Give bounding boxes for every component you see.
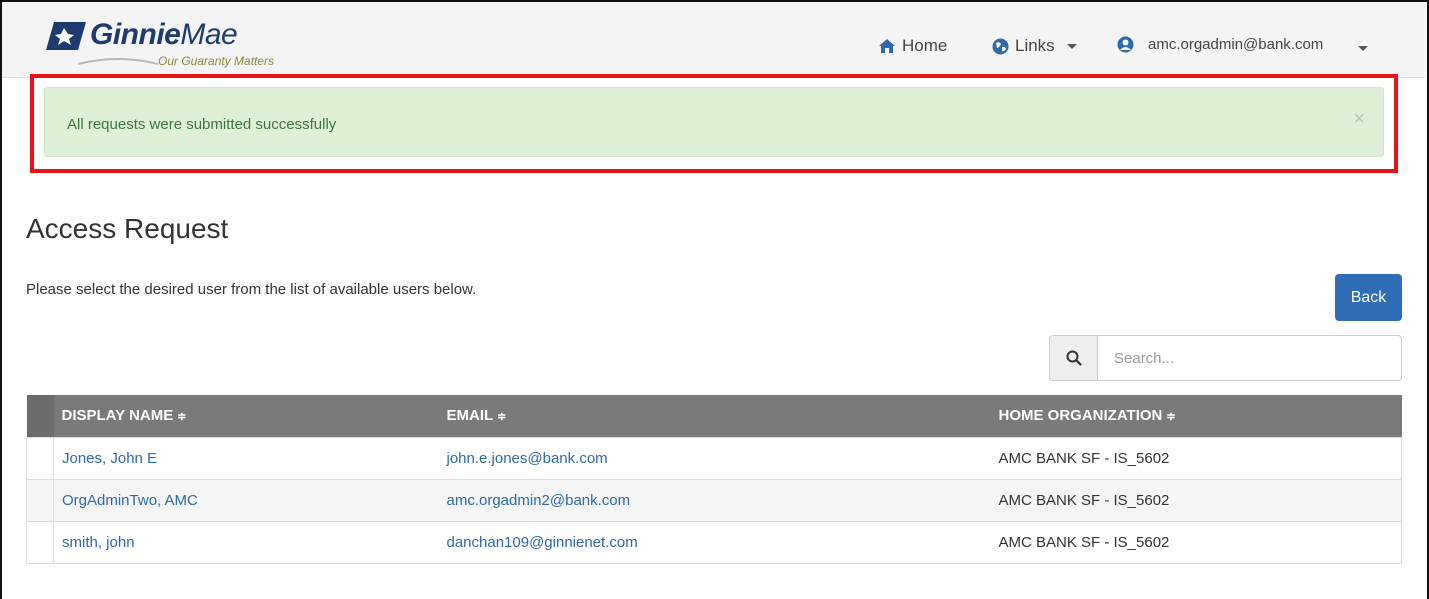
users-table: DISPLAY NAME ≑ EMAIL ≑ HOME ORGANIZATION ≑ … xyxy=(26,395,1402,564)
header-label: EMAIL xyxy=(446,407,494,425)
globe-icon xyxy=(992,38,1009,54)
home-organization-cell: AMC BANK SF - IS_5602 xyxy=(990,436,1402,479)
success-alert: All requests were submitted successfully… xyxy=(44,87,1384,157)
nav-home-label: Home xyxy=(902,36,948,55)
display-name-link[interactable]: Jones, John E xyxy=(53,436,439,479)
search-addon[interactable] xyxy=(1050,336,1098,380)
sort-icon: ≑ xyxy=(497,411,507,424)
search-input[interactable] xyxy=(1098,336,1401,380)
sort-icon: ≑ xyxy=(1166,411,1176,424)
table-header-row: DISPLAY NAME ≑ EMAIL ≑ HOME ORGANIZATION ≑ xyxy=(26,395,1402,437)
home-icon xyxy=(879,39,895,53)
nav-links-dropdown[interactable]: Links xyxy=(992,36,1077,56)
search-box xyxy=(1049,335,1402,381)
table-row[interactable]: Jones, John E john.e.jones@bank.com AMC … xyxy=(26,436,1402,479)
display-name-link[interactable]: OrgAdminTwo, AMC xyxy=(53,478,439,521)
close-icon[interactable]: × xyxy=(1353,108,1365,131)
brand-tagline: Our Guaranty Matters xyxy=(158,54,275,68)
row-select-cell[interactable] xyxy=(26,436,54,479)
column-header-display-name[interactable]: DISPLAY NAME ≑ xyxy=(53,395,439,437)
page-title: Access Request xyxy=(26,213,229,244)
user-menu[interactable]: amc.orgadmin@bank.com xyxy=(1117,36,1323,53)
table-row[interactable]: OrgAdminTwo, AMC amc.orgadmin2@bank.com … xyxy=(26,478,1402,521)
user-menu-chevron-down-icon[interactable] xyxy=(1358,46,1368,51)
logo-mark-icon xyxy=(46,22,86,50)
search-icon xyxy=(1066,350,1082,366)
email-link[interactable]: amc.orgadmin2@bank.com xyxy=(438,478,991,521)
user-circle-icon xyxy=(1117,36,1134,53)
column-header-email[interactable]: EMAIL ≑ xyxy=(438,395,991,437)
email-link[interactable]: danchan109@ginnienet.com xyxy=(438,520,991,564)
logo-swoosh-icon xyxy=(78,58,158,65)
header-label: DISPLAY NAME xyxy=(61,407,174,425)
select-column-header xyxy=(26,395,54,437)
brand-name: GinnieMae xyxy=(90,18,238,51)
ginnie-mae-logo[interactable]: GinnieMae Our Guaranty Matters xyxy=(42,14,302,74)
table-row[interactable]: smith, john danchan109@ginnienet.com AMC… xyxy=(26,520,1402,564)
display-name-link[interactable]: smith, john xyxy=(53,520,439,564)
nav-links-label: Links xyxy=(1015,36,1055,55)
page-subtitle: Please select the desired user from the … xyxy=(26,281,477,298)
row-select-cell[interactable] xyxy=(26,478,54,521)
user-email: amc.orgadmin@bank.com xyxy=(1148,36,1324,53)
home-organization-cell: AMC BANK SF - IS_5602 xyxy=(990,478,1402,521)
back-button[interactable]: Back xyxy=(1335,274,1402,321)
chevron-down-icon xyxy=(1066,43,1077,49)
row-select-cell[interactable] xyxy=(26,520,54,564)
nav-home-link[interactable]: Home xyxy=(878,36,947,56)
column-header-home-organization[interactable]: HOME ORGANIZATION ≑ xyxy=(990,395,1402,437)
top-navbar: GinnieMae Our Guaranty Matters Home Link… xyxy=(2,2,1425,78)
email-link[interactable]: john.e.jones@bank.com xyxy=(438,436,991,479)
header-label: HOME ORGANIZATION xyxy=(998,407,1163,425)
sort-icon: ≑ xyxy=(177,411,187,424)
alert-message: All requests were submitted successfully xyxy=(67,116,337,133)
home-organization-cell: AMC BANK SF - IS_5602 xyxy=(990,520,1402,564)
